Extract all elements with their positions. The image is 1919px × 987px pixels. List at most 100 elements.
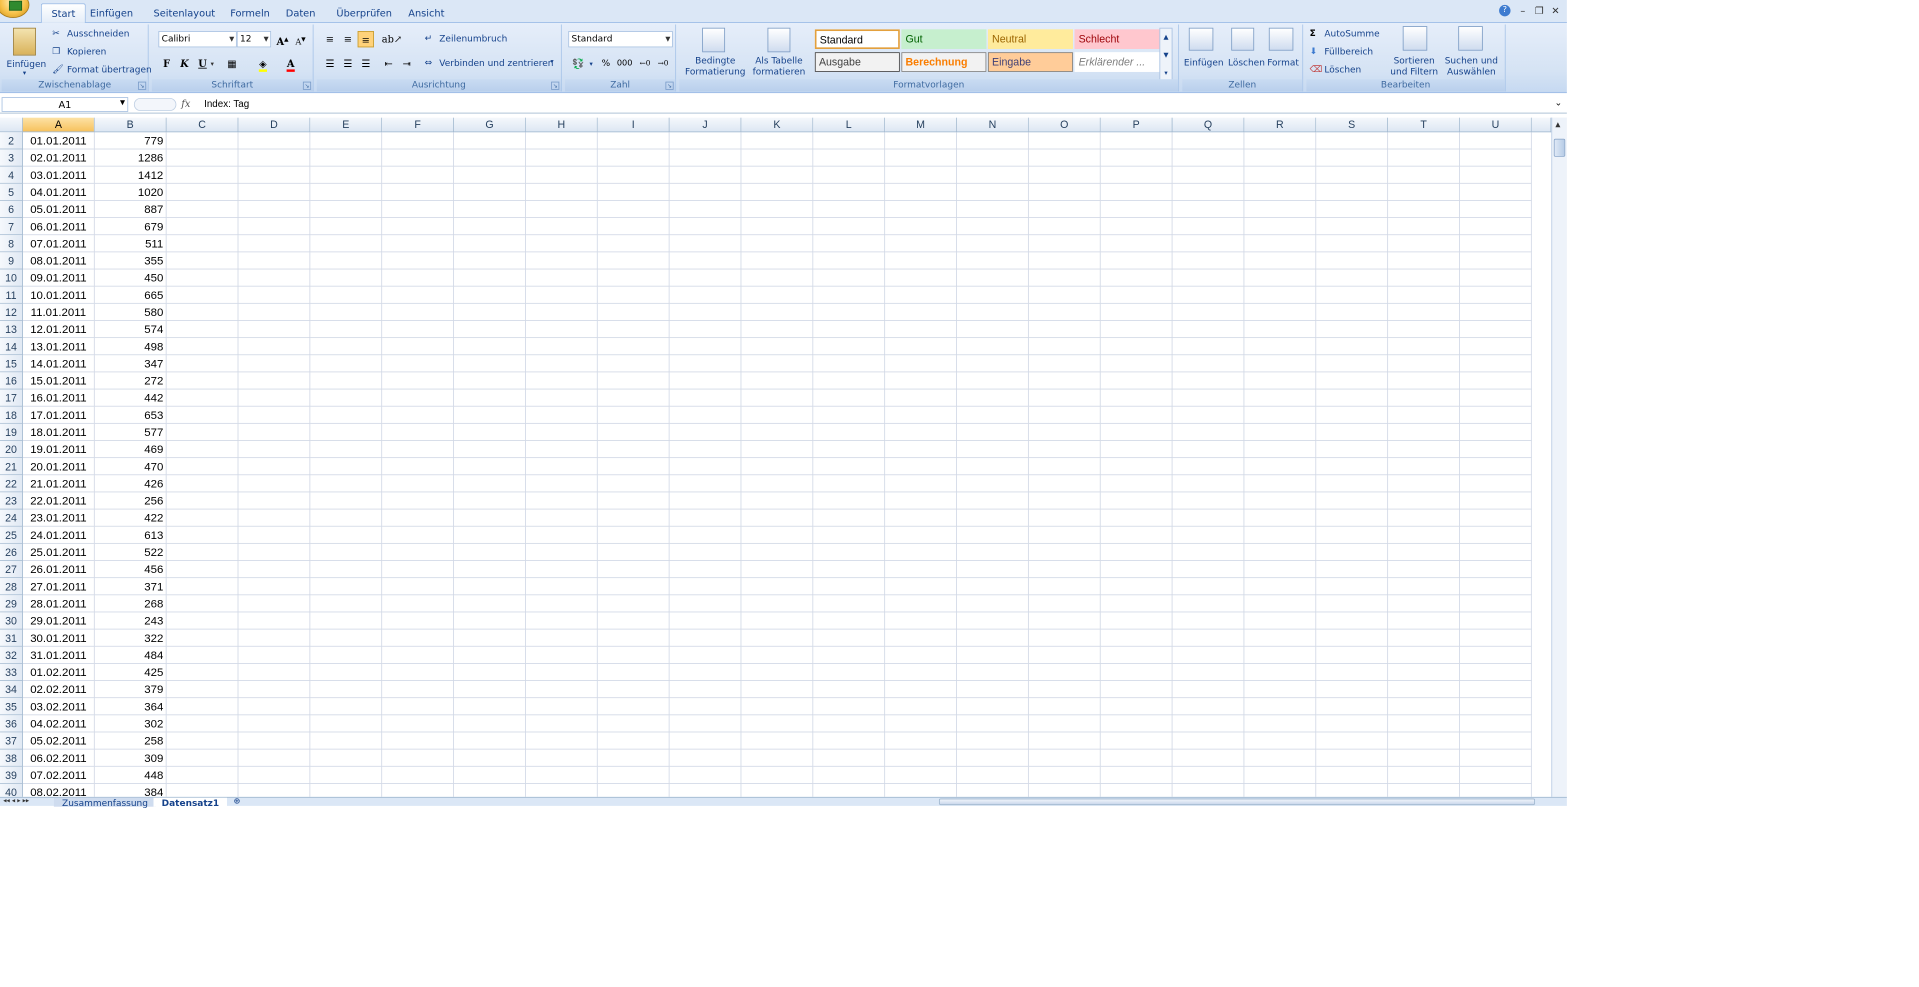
cell-empty[interactable] bbox=[597, 218, 670, 236]
cell-empty[interactable] bbox=[813, 166, 886, 184]
autosum-icon[interactable]: Σ bbox=[1310, 28, 1316, 39]
cell-empty[interactable] bbox=[1459, 492, 1532, 510]
cell-empty[interactable] bbox=[1459, 235, 1532, 253]
cell-empty[interactable] bbox=[1316, 458, 1389, 476]
cell-empty[interactable] bbox=[1028, 578, 1101, 596]
cell-empty[interactable] bbox=[166, 440, 239, 459]
cell-empty[interactable] bbox=[669, 252, 742, 270]
cell-empty[interactable] bbox=[453, 303, 526, 321]
cell-empty[interactable] bbox=[1100, 252, 1173, 270]
copy-icon[interactable]: ❐ bbox=[52, 46, 60, 57]
cell-empty[interactable] bbox=[382, 458, 454, 476]
cell-empty[interactable] bbox=[813, 320, 886, 339]
cell-empty[interactable] bbox=[453, 440, 526, 459]
cell-empty[interactable] bbox=[453, 766, 526, 784]
cell-empty[interactable] bbox=[525, 663, 598, 681]
cell-empty[interactable] bbox=[382, 492, 454, 510]
cell-empty[interactable] bbox=[1388, 423, 1460, 441]
cell-date[interactable]: 03.02.2011 bbox=[22, 698, 95, 716]
cell-empty[interactable] bbox=[310, 560, 383, 579]
cell-date[interactable]: 27.01.2011 bbox=[22, 578, 95, 596]
cell-value[interactable]: 322 bbox=[94, 629, 167, 647]
cell-empty[interactable] bbox=[885, 680, 957, 699]
column-header-p[interactable]: P bbox=[1100, 117, 1173, 133]
cell-empty[interactable] bbox=[1316, 303, 1389, 321]
cell-empty[interactable] bbox=[525, 698, 598, 716]
cell-empty[interactable] bbox=[885, 440, 957, 459]
cell-date[interactable]: 08.02.2011 bbox=[23, 783, 95, 797]
cell-empty[interactable] bbox=[1028, 132, 1101, 150]
cell-empty[interactable] bbox=[1388, 509, 1460, 527]
cell-empty[interactable] bbox=[1028, 218, 1101, 236]
cell-empty[interactable] bbox=[741, 509, 814, 527]
cell-empty[interactable] bbox=[453, 543, 526, 561]
cell-empty[interactable] bbox=[382, 680, 454, 699]
cell-empty[interactable] bbox=[238, 132, 311, 150]
cell-empty[interactable] bbox=[453, 749, 526, 767]
column-header-q[interactable]: Q bbox=[1172, 117, 1245, 133]
conditional-formatting-icon[interactable] bbox=[702, 27, 726, 53]
cell-empty[interactable] bbox=[1100, 183, 1173, 201]
cell-empty[interactable] bbox=[741, 235, 814, 253]
cell-empty[interactable] bbox=[669, 595, 742, 613]
format-as-table-icon[interactable] bbox=[767, 27, 791, 53]
styles-gallery-scroll[interactable]: ▲ ▼ ▾ bbox=[1159, 27, 1173, 87]
cell-empty[interactable] bbox=[1100, 149, 1173, 167]
tab-seitenlayout[interactable]: Seitenlayout bbox=[144, 3, 225, 23]
cell-empty[interactable] bbox=[1100, 560, 1173, 579]
cell-empty[interactable] bbox=[813, 629, 886, 647]
cell-empty[interactable] bbox=[597, 680, 670, 699]
column-header-a[interactable]: A bbox=[22, 117, 95, 133]
cell-empty[interactable] bbox=[1100, 303, 1173, 321]
cell-empty[interactable] bbox=[1459, 629, 1532, 647]
cell-date[interactable]: 26.01.2011 bbox=[22, 560, 95, 579]
cell-empty[interactable] bbox=[382, 646, 454, 664]
cell-empty[interactable] bbox=[453, 595, 526, 613]
cell-empty[interactable] bbox=[956, 543, 1029, 561]
cell-empty[interactable] bbox=[166, 166, 239, 184]
cell-empty[interactable] bbox=[382, 715, 454, 733]
cell-empty[interactable] bbox=[525, 509, 598, 527]
cell-empty[interactable] bbox=[1100, 372, 1173, 390]
cell-empty[interactable] bbox=[310, 509, 383, 527]
cell-empty[interactable] bbox=[453, 680, 526, 699]
cell-empty[interactable] bbox=[1172, 132, 1245, 150]
cell-empty[interactable] bbox=[310, 218, 383, 236]
cell-empty[interactable] bbox=[382, 406, 454, 424]
italic-button[interactable]: K bbox=[176, 56, 192, 72]
align-left-icon[interactable]: ☰ bbox=[322, 56, 338, 72]
column-header-l[interactable]: L bbox=[813, 117, 886, 133]
sheet-tab-zusammenfassung[interactable]: Zusammenfassung bbox=[53, 797, 157, 808]
cell-empty[interactable] bbox=[238, 406, 311, 424]
cell-empty[interactable] bbox=[1244, 372, 1317, 390]
cell-style-eingabe[interactable]: Eingabe bbox=[987, 52, 1073, 72]
cell-empty[interactable] bbox=[741, 303, 814, 321]
cell-empty[interactable] bbox=[310, 732, 383, 750]
cell-empty[interactable] bbox=[1316, 595, 1389, 613]
cell-empty[interactable] bbox=[741, 269, 814, 287]
cell-empty[interactable] bbox=[1459, 355, 1532, 373]
autosum-button[interactable]: AutoSumme bbox=[1324, 29, 1379, 40]
formula-input[interactable]: Index: Tag bbox=[204, 97, 1551, 112]
cell-empty[interactable] bbox=[669, 338, 742, 356]
cell-value[interactable]: 379 bbox=[94, 680, 167, 699]
cell-empty[interactable] bbox=[382, 732, 454, 750]
cell-empty[interactable] bbox=[597, 715, 670, 733]
cell-empty[interactable] bbox=[382, 218, 454, 236]
cell-empty[interactable] bbox=[1244, 783, 1317, 797]
cell-empty[interactable] bbox=[1100, 286, 1173, 304]
cell-empty[interactable] bbox=[1388, 458, 1460, 476]
cell-empty[interactable] bbox=[1172, 458, 1245, 476]
cell-empty[interactable] bbox=[669, 698, 742, 716]
cell-value[interactable]: 580 bbox=[94, 303, 167, 321]
cell-empty[interactable] bbox=[1244, 612, 1317, 630]
cell-empty[interactable] bbox=[1028, 749, 1101, 767]
cell-empty[interactable] bbox=[1172, 646, 1245, 664]
cell-empty[interactable] bbox=[1316, 646, 1389, 664]
cell-empty[interactable] bbox=[1459, 560, 1532, 579]
cell-empty[interactable] bbox=[310, 475, 383, 493]
restore-icon[interactable]: ❐ bbox=[1533, 5, 1544, 16]
cell-empty[interactable] bbox=[1388, 526, 1460, 544]
cell-empty[interactable] bbox=[741, 389, 814, 407]
cell-empty[interactable] bbox=[885, 766, 957, 784]
